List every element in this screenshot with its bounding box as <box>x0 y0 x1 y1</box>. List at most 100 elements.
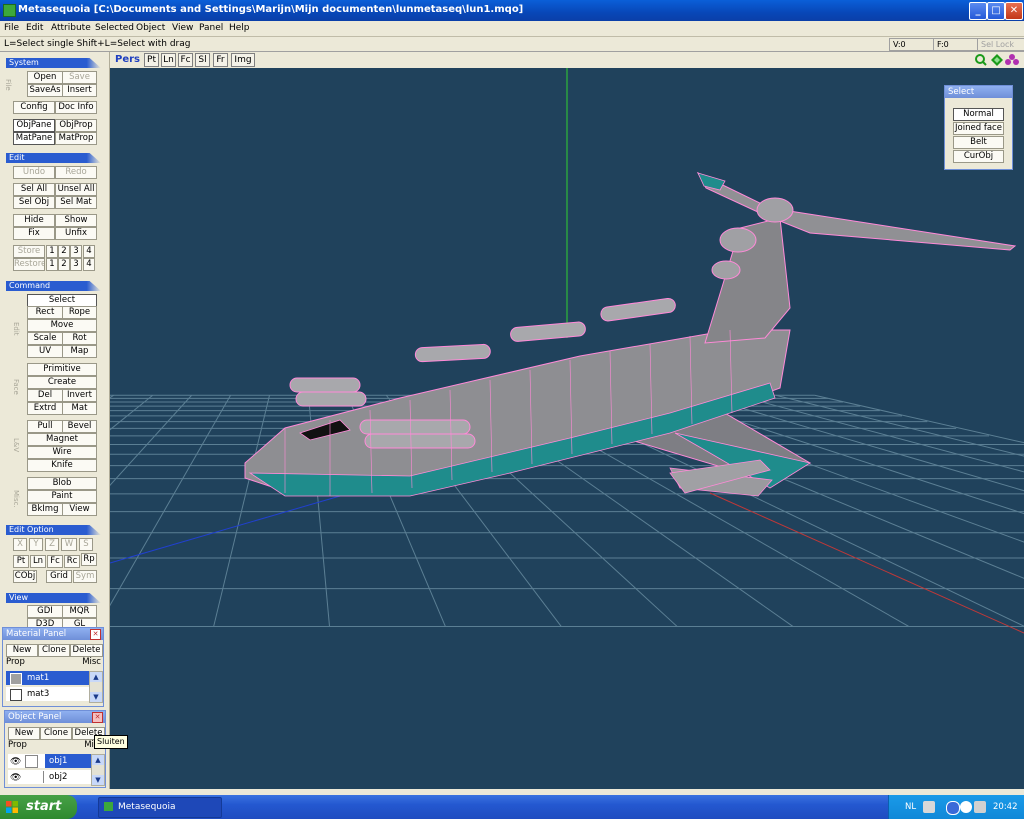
material-list-item[interactable]: mat3 <box>6 687 89 701</box>
blob-button[interactable]: Blob <box>27 477 97 490</box>
store-button[interactable]: Store <box>13 245 45 258</box>
tab-ln[interactable]: Ln <box>161 53 176 67</box>
undo-button[interactable]: Undo <box>13 166 55 179</box>
insert-button[interactable]: Insert <box>62 84 97 97</box>
select-belt-button[interactable]: Belt <box>953 136 1004 149</box>
objpane-button[interactable]: ObjPane <box>13 119 55 132</box>
menu-help[interactable]: Help <box>229 23 250 33</box>
invert-button[interactable]: Invert <box>62 389 97 402</box>
eye-icon[interactable]: 👁 <box>10 755 21 769</box>
grid-toggle[interactable]: Grid <box>46 570 72 583</box>
bevel-button[interactable]: Bevel <box>62 420 97 433</box>
del-button[interactable]: Del <box>27 389 63 402</box>
restore-3-button[interactable]: 3 <box>70 258 82 271</box>
select-curobj-button[interactable]: CurObj <box>953 150 1004 163</box>
map-button[interactable]: Map <box>62 345 97 358</box>
fix-button[interactable]: Fix <box>13 227 55 240</box>
start-button[interactable]: start <box>0 795 77 819</box>
cobj-toggle[interactable]: CObj <box>13 570 37 583</box>
axis-s-toggle[interactable]: S <box>79 538 93 551</box>
object-prop-button[interactable]: Prop <box>8 740 46 751</box>
back-arrow-icon[interactable] <box>946 801 960 815</box>
mode-fc-toggle[interactable]: Fc <box>47 555 63 568</box>
store-1-button[interactable]: 1 <box>46 245 58 258</box>
keyboard-icon[interactable] <box>923 801 935 813</box>
sel-lock-toggle[interactable]: Sel Lock <box>977 38 1024 51</box>
bkimg-button[interactable]: BkImg <box>27 503 63 516</box>
object-list-item[interactable]: 👁 obj2 <box>8 770 91 784</box>
material-delete-button[interactable]: Delete <box>70 644 103 657</box>
saveas-button[interactable]: SaveAs <box>27 84 63 97</box>
material-misc-button[interactable]: Misc <box>63 657 101 668</box>
select-normal-button[interactable]: Normal <box>953 108 1004 121</box>
axis-z-toggle[interactable]: Z <box>45 538 59 551</box>
pull-button[interactable]: Pull <box>27 420 63 433</box>
pan-icon[interactable] <box>991 54 1003 66</box>
scroll-up-icon[interactable]: ▲ <box>90 672 102 682</box>
material-prop-button[interactable]: Prop <box>6 657 44 668</box>
material-scrollbar[interactable]: ▲ ▼ <box>89 671 103 703</box>
mode-pt-toggle[interactable]: Pt <box>13 555 29 568</box>
knife-button[interactable]: Knife <box>27 459 97 472</box>
lock-toggle[interactable] <box>25 755 38 768</box>
mode-rc-toggle[interactable]: Rc <box>64 555 80 568</box>
tab-fr[interactable]: Fr <box>213 53 228 67</box>
store-2-button[interactable]: 2 <box>58 245 70 258</box>
select-joined-face-button[interactable]: Joined face <box>953 122 1004 135</box>
scroll-down-icon[interactable]: ▼ <box>92 775 104 785</box>
paint-button[interactable]: Paint <box>27 490 97 503</box>
magnet-button[interactable]: Magnet <box>27 433 97 446</box>
scroll-down-icon[interactable]: ▼ <box>90 692 102 702</box>
menu-panel[interactable]: Panel <box>199 23 223 33</box>
axis-x-toggle[interactable]: X <box>13 538 27 551</box>
open-button[interactable]: Open <box>27 71 63 84</box>
tab-img[interactable]: Img <box>231 53 255 67</box>
eye-icon[interactable]: 👁 <box>10 771 21 785</box>
save-button[interactable]: Save <box>62 71 97 84</box>
menu-view[interactable]: View <box>172 23 193 33</box>
matpane-button[interactable]: MatPane <box>13 132 55 145</box>
language-indicator[interactable]: NL <box>905 802 916 812</box>
mqr-button[interactable]: MQR <box>62 605 97 618</box>
scroll-up-icon[interactable]: ▲ <box>92 755 104 765</box>
wire-button[interactable]: Wire <box>27 446 97 459</box>
restore-button[interactable]: Restore <box>13 258 45 271</box>
taskbar-metasequoia[interactable]: Metasequoia <box>98 797 222 818</box>
object-list-item[interactable]: 👁 obj1 <box>8 754 91 768</box>
move-button[interactable]: Move <box>27 319 97 332</box>
tab-sl[interactable]: Sl <box>195 53 210 67</box>
mode-ln-toggle[interactable]: Ln <box>30 555 46 568</box>
rot-button[interactable]: Rot <box>62 332 97 345</box>
gdi-button[interactable]: GDI <box>27 605 63 618</box>
objprop-button[interactable]: ObjProp <box>55 119 97 132</box>
minimize-button[interactable]: _ <box>969 2 987 20</box>
menu-file[interactable]: File <box>4 23 19 33</box>
store-4-button[interactable]: 4 <box>83 245 95 258</box>
show-button[interactable]: Show <box>55 214 97 227</box>
object-scrollbar[interactable]: ▲ ▼ <box>91 754 105 786</box>
hide-button[interactable]: Hide <box>13 214 55 227</box>
sym-toggle[interactable]: Sym <box>73 570 97 583</box>
lock-toggle[interactable] <box>43 771 44 783</box>
sel-all-button[interactable]: Sel All <box>13 183 55 196</box>
rotate-icon[interactable] <box>1005 54 1019 65</box>
store-3-button[interactable]: 3 <box>70 245 82 258</box>
scale-button[interactable]: Scale <box>27 332 63 345</box>
view-command-button[interactable]: View <box>62 503 97 516</box>
projection-mode[interactable]: Pers <box>115 54 140 65</box>
material-new-button[interactable]: New <box>6 644 38 657</box>
sel-mat-button[interactable]: Sel Mat <box>55 196 97 209</box>
material-list-item[interactable]: mat1 <box>6 671 89 685</box>
unsel-all-button[interactable]: Unsel All <box>55 183 97 196</box>
extrd-button[interactable]: Extrd <box>27 402 63 415</box>
sel-obj-button[interactable]: Sel Obj <box>13 196 55 209</box>
menu-edit[interactable]: Edit <box>26 23 43 33</box>
redo-button[interactable]: Redo <box>55 166 97 179</box>
object-panel-close-icon[interactable]: ✕ <box>92 712 103 723</box>
panda-icon[interactable] <box>960 801 972 813</box>
object-clone-button[interactable]: Clone <box>40 727 72 740</box>
mode-rp-toggle[interactable]: Rp <box>81 553 97 566</box>
primitive-button[interactable]: Primitive <box>27 363 97 376</box>
speaker-icon[interactable] <box>974 801 986 813</box>
tab-pt[interactable]: Pt <box>144 53 159 67</box>
